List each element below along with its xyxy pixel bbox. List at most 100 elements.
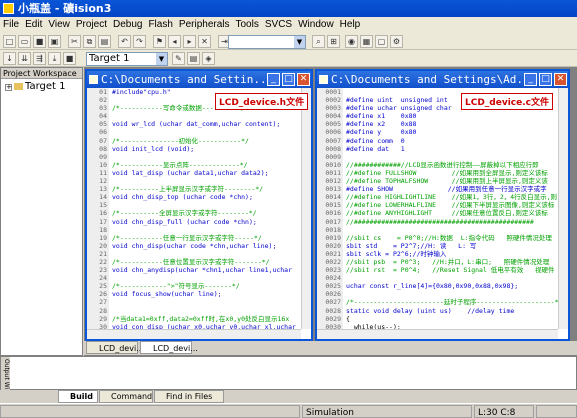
menu-window[interactable]: Window <box>295 19 337 30</box>
code-line[interactable]: //#define FULLSHOW //如果用到全屏显示,则定义该标 <box>346 169 558 177</box>
code-line[interactable]: /*-----------任意位置显示汉字或字符-------*/ <box>112 258 301 266</box>
menu-tools[interactable]: Tools <box>233 19 262 30</box>
manage-components-icon[interactable]: ◈ <box>202 52 215 65</box>
tab-find-in-files[interactable]: Find in Files <box>154 390 224 403</box>
code-line[interactable]: //sbit rst = P0^4; //Reset Signal 低电平有效 … <box>346 266 558 274</box>
code-line[interactable] <box>112 307 301 315</box>
code-line[interactable] <box>346 153 558 161</box>
debug-icon[interactable]: ◉ <box>345 35 358 48</box>
tab-build[interactable]: Build <box>58 390 98 403</box>
code-line[interactable]: /*---------------初始化-----------*/ <box>112 137 301 145</box>
code-line[interactable]: /*------------">"符号显示-------*/ <box>112 282 301 290</box>
code-line[interactable]: #define x1 0x80 <box>346 112 558 120</box>
expand-icon[interactable]: + <box>5 84 12 91</box>
load-icon[interactable]: ⤓ <box>48 52 61 65</box>
next-bookmark-icon[interactable]: ▸ <box>183 35 196 48</box>
code-line[interactable]: static void delay (uint us) //delay time <box>346 307 558 315</box>
redo-icon[interactable]: ↷ <box>133 35 146 48</box>
code-line[interactable]: #define x2 0x88 <box>346 120 558 128</box>
code-line[interactable]: //#define TOPHALFSHOW //如果用到上半屏显示,则定义该 <box>346 177 558 185</box>
menu-edit[interactable]: Edit <box>22 19 45 30</box>
build-icon[interactable]: ⇊ <box>18 52 31 65</box>
translate-icon[interactable]: ↓ <box>3 52 16 65</box>
code-line[interactable] <box>112 112 301 120</box>
maximize-button[interactable]: □ <box>539 73 552 86</box>
tab-lcd-device-h[interactable]: LCD_devi... <box>86 341 144 354</box>
vertical-scrollbar[interactable] <box>301 88 311 329</box>
target-select[interactable]: Target 1 ▼ <box>86 52 168 66</box>
paste-icon[interactable]: ▤ <box>98 35 111 48</box>
menu-flash[interactable]: Flash <box>145 19 175 30</box>
rebuild-icon[interactable]: ⇶ <box>33 52 46 65</box>
code-line[interactable]: /*当data1=0xff,data2=0xff时,在x0,y0处反白显示16x <box>112 315 301 323</box>
menu-svcs[interactable]: SVCS <box>262 19 295 30</box>
code-line[interactable] <box>346 226 558 234</box>
stop-build-icon[interactable]: ■ <box>63 52 76 65</box>
code-line[interactable] <box>112 298 301 306</box>
copy-icon[interactable]: ⧉ <box>83 35 96 48</box>
menu-project[interactable]: Project <box>73 19 110 30</box>
window-icon[interactable]: ▢ <box>375 35 388 48</box>
bookmark-icon[interactable]: ⚑ <box>153 35 166 48</box>
code-line[interactable]: void lat_disp (uchar data1,uchar data2); <box>112 169 301 177</box>
tab-lcd-device-c[interactable]: LCD_devi... <box>140 341 198 354</box>
open-file-icon[interactable]: ▭ <box>18 35 31 48</box>
minimize-button[interactable]: _ <box>267 73 280 86</box>
maximize-button[interactable]: □ <box>282 73 295 86</box>
prev-bookmark-icon[interactable]: ◂ <box>168 35 181 48</box>
code-view[interactable]: 0001 0002 0003 0004 0005 0006 0007 0008 0009 0010… <box>317 88 558 329</box>
code-line[interactable] <box>346 274 558 282</box>
code-line[interactable]: void focus_show(uchar line); <box>112 290 301 298</box>
code-line[interactable]: //############//LCD显示函数进行控制——屏蔽掉以下相应行即 <box>346 161 558 169</box>
code-line[interactable]: sbit sclk = P2^6;//时钟输入 <box>346 250 558 258</box>
menu-help[interactable]: Help <box>337 19 364 30</box>
close-button[interactable]: ✕ <box>297 73 310 86</box>
code-line[interactable]: uchar const r_line[4]={0x80,0x90,0x88,0x… <box>346 282 558 290</box>
code-text[interactable]: #define uint unsigned int #define uchar u… <box>346 88 558 329</box>
code-line[interactable]: /*----------全屏显示汉字或字符--------*/ <box>112 209 301 217</box>
code-line[interactable] <box>112 250 301 258</box>
code-line[interactable] <box>112 128 301 136</box>
menu-peripherals[interactable]: Peripherals <box>176 19 233 30</box>
file-extensions-icon[interactable]: ▤ <box>187 52 200 65</box>
code-line[interactable]: void chn_anydisp(uchar *chn1,uchar line1… <box>112 266 301 274</box>
code-line[interactable] <box>112 226 301 234</box>
save-all-icon[interactable]: ▣ <box>48 35 61 48</box>
chevron-down-icon[interactable]: ▼ <box>156 53 167 65</box>
menu-view[interactable]: View <box>45 19 73 30</box>
code-line[interactable]: void chn_disp_top (uchar code *chn); <box>112 193 301 201</box>
tab-command[interactable]: Command <box>99 390 153 403</box>
code-line[interactable]: /*----------上半屏显示汉字或字符--------*/ <box>112 185 301 193</box>
options-icon[interactable]: ▦ <box>360 35 373 48</box>
code-view[interactable]: 01 02 03 04 05 06 07 08 09 10 11 12 13 14 15 16 17 18 19 20… <box>87 88 301 329</box>
code-line[interactable]: { <box>346 315 558 323</box>
clear-bookmarks-icon[interactable]: ✕ <box>198 35 211 48</box>
code-line[interactable]: sbit std = P2^7;//H: 读 L: 写 <box>346 242 558 250</box>
cut-icon[interactable]: ✂ <box>68 35 81 48</box>
code-text[interactable]: #include"cpu.h" /*-----------写命令或数据-----… <box>112 88 301 329</box>
find-icon[interactable]: ⌕ <box>312 35 325 48</box>
code-line[interactable]: //sbit cs = P0^0;//H:数据 L:指令代码 照硬件情况处理 <box>346 234 558 242</box>
undo-icon[interactable]: ↶ <box>118 35 131 48</box>
new-file-icon[interactable]: □ <box>3 35 16 48</box>
menu-file[interactable]: File <box>0 19 22 30</box>
minimize-button[interactable]: _ <box>524 73 537 86</box>
save-icon[interactable]: ■ <box>33 35 46 48</box>
vertical-scrollbar[interactable] <box>558 88 568 329</box>
code-line[interactable]: //#define ANYHIGHLIGHT //如果任意位置反白,则定义该标 <box>346 209 558 217</box>
menu-debug[interactable]: Debug <box>110 19 145 30</box>
code-line[interactable] <box>112 153 301 161</box>
horizontal-scrollbar[interactable] <box>87 329 301 339</box>
code-line[interactable]: #define comm 0 <box>346 137 558 145</box>
code-line[interactable]: void init_lcd (void); <box>112 145 301 153</box>
find-combo[interactable]: ▼ <box>228 35 306 49</box>
code-line[interactable]: #define SHOW //如果用到任意一行显示汉字或字 <box>346 185 558 193</box>
code-line[interactable]: #define dat 1 <box>346 145 558 153</box>
find-in-files-icon[interactable]: ⊞ <box>327 35 340 48</box>
code-line[interactable]: /*-----------------------延时子程序----------… <box>346 298 558 306</box>
tree-item-target[interactable]: + Target 1 <box>5 81 78 92</box>
config-icon[interactable]: ⚙ <box>390 35 403 48</box>
close-button[interactable]: ✕ <box>554 73 567 86</box>
code-line[interactable]: /*-----------显示点阵-------------*/ <box>112 161 301 169</box>
code-line[interactable]: //sbit psb = P0^3; //H:并口，L:串口; 照硬件情况处理 <box>346 258 558 266</box>
